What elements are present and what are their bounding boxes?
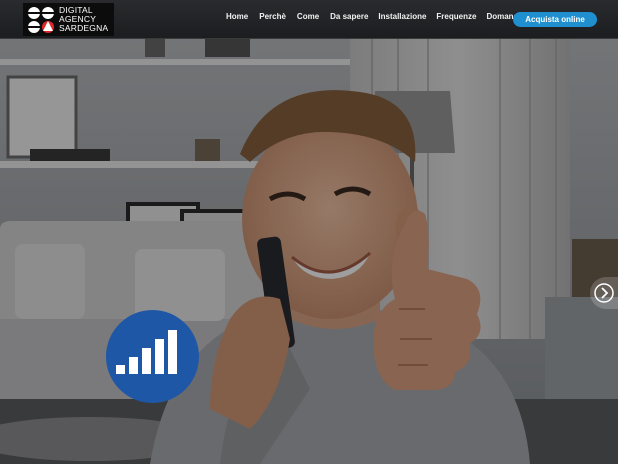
nav-installazione[interactable]: Installazione [378,12,426,21]
signal-badge [106,310,199,403]
brand-name: DIGITAL AGENCY SARDEGNA [59,6,108,33]
signal-bars-icon [116,330,177,374]
top-navigation-bar: DIGITAL AGENCY SARDEGNA Home Perchè Come… [0,0,618,39]
nav-frequenze[interactable]: Frequenze [436,12,476,21]
brand-mark-icon [28,6,54,33]
hero-banner [0,39,618,464]
main-menu: Home Perchè Come Da sapere Installazione… [226,12,523,21]
nav-da-sapere[interactable]: Da sapere [330,12,368,21]
nav-home[interactable]: Home [226,12,248,21]
slider-next-button[interactable] [590,277,618,309]
chevron-right-icon [594,283,614,303]
nav-come[interactable]: Come [297,12,319,21]
hero-image [0,39,618,464]
buy-online-button[interactable]: Acquista online [513,12,597,27]
nav-perche[interactable]: Perchè [259,12,286,21]
brand-line-3: SARDEGNA [59,23,109,33]
logo[interactable]: DIGITAL AGENCY SARDEGNA [23,3,114,36]
